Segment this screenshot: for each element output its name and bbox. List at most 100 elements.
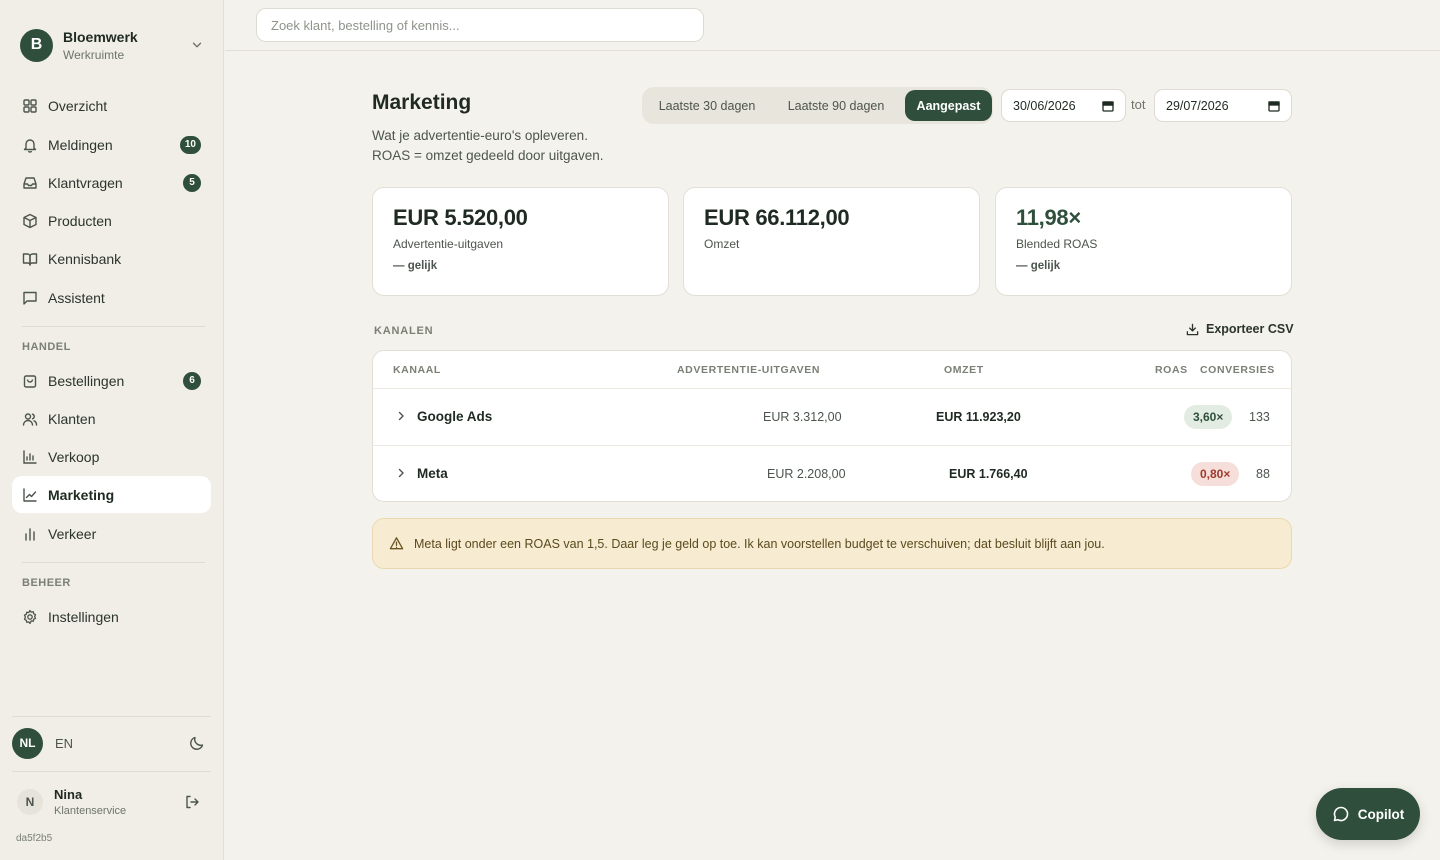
copilot-button[interactable]: Copilot	[1316, 788, 1420, 840]
chevron-right-icon[interactable]	[395, 410, 407, 422]
sidebar-item-label: Producten	[48, 212, 112, 229]
search-input[interactable]	[256, 8, 704, 42]
moon-icon[interactable]	[189, 735, 205, 751]
channel-conversions: 133	[1249, 410, 1270, 424]
lang-en-button[interactable]: EN	[55, 736, 189, 751]
column-header-revenue: OMZET	[944, 364, 984, 376]
sidebar-item-label: Verkeer	[48, 525, 97, 542]
export-csv-label: Exporteer CSV	[1206, 322, 1294, 336]
kpi-label: Blended ROAS	[1016, 237, 1098, 251]
page-description-line: Wat je advertentie-euro's opleveren.	[372, 128, 588, 143]
sidebar: B Bloemwerk Werkruimte Overzicht Melding…	[0, 0, 224, 860]
sidebar-item-label: Klanten	[48, 410, 96, 427]
sidebar-item-label: Kennisbank	[48, 250, 122, 267]
language-switcher: NL EN	[12, 727, 212, 759]
logout-icon[interactable]	[184, 794, 200, 810]
export-csv-button[interactable]: Exporteer CSV	[1186, 322, 1294, 336]
calendar-icon	[1102, 100, 1114, 112]
table-row[interactable]: Google Ads EUR 3.312,00 EUR 11.923,20 3,…	[373, 389, 1291, 445]
date-from-input[interactable]: 30/06/2026	[1001, 89, 1126, 122]
bell-icon	[23, 138, 37, 153]
book-icon	[22, 252, 38, 266]
table-row[interactable]: Meta EUR 2.208,00 EUR 1.766,40 0,80× 88	[373, 446, 1291, 501]
channel-revenue: EUR 11.923,20	[936, 410, 1021, 424]
range-option-30-days[interactable]: Laatste 30 dagen	[646, 90, 768, 121]
channel-name: Google Ads	[417, 409, 493, 424]
sidebar-item-meldingen[interactable]: Meldingen 10	[12, 126, 211, 163]
chevron-right-icon[interactable]	[395, 467, 407, 479]
sidebar-item-verkeer[interactable]: Verkeer	[12, 515, 211, 552]
kpi-value: EUR 66.112,00	[704, 205, 850, 230]
sidebar-item-label: Marketing	[48, 486, 115, 503]
chat-icon	[23, 291, 37, 305]
sidebar-item-label: Meldingen	[48, 136, 113, 153]
column-header-roas: ROAS	[1155, 364, 1188, 376]
range-selector: Laatste 30 dagen Laatste 90 dagen Aangep…	[642, 87, 993, 124]
inbox-icon	[23, 176, 37, 189]
kpi-label: Advertentie-uitgaven	[393, 237, 504, 251]
kpi-label: Omzet	[704, 237, 740, 251]
copilot-label: Copilot	[1357, 806, 1405, 822]
sidebar-item-instellingen[interactable]: Instellingen	[12, 598, 211, 635]
section-title-channels: KANALEN	[374, 325, 434, 337]
date-to-input[interactable]: 29/07/2026	[1154, 89, 1292, 122]
avatar: N	[17, 789, 43, 815]
sidebar-item-label: Bestellingen	[48, 372, 125, 389]
column-header-kanaal: KANAAL	[393, 364, 441, 376]
sidebar-item-klantvragen[interactable]: Klantvragen 5	[12, 164, 211, 201]
kpi-card-roas: 11,98× Blended ROAS — gelijk	[995, 187, 1292, 296]
sidebar-item-kennisbank[interactable]: Kennisbank	[12, 240, 211, 277]
warning-text: Meta ligt onder een ROAS van 1,5. Daar l…	[414, 536, 1105, 551]
page-description-line: ROAS = omzet gedeeld door uitgaven.	[372, 148, 604, 163]
user-name: Nina	[54, 787, 83, 802]
chevron-down-icon	[192, 42, 202, 48]
sidebar-item-assistent[interactable]: Assistent	[12, 279, 211, 316]
section-label-beheer: BEHEER	[22, 577, 71, 589]
channel-revenue: EUR 1.766,40	[949, 467, 1028, 481]
range-option-custom[interactable]: Aangepast	[905, 90, 992, 121]
workspace-name: Bloemwerk	[63, 28, 138, 45]
sidebar-divider	[22, 562, 205, 563]
column-header-conversions: CONVERSIES	[1200, 364, 1275, 376]
trend-icon	[23, 487, 37, 502]
channels-table: KANAAL ADVERTENTIE-UITGAVEN OMZET ROAS C…	[372, 350, 1292, 502]
sidebar-item-producten[interactable]: Producten	[12, 202, 211, 239]
page-title: Marketing	[372, 91, 472, 114]
download-icon	[1186, 323, 1199, 335]
sidebar-item-klanten[interactable]: Klanten	[12, 400, 211, 437]
sidebar-item-label: Verkoop	[48, 448, 100, 465]
date-range-separator: tot	[1131, 97, 1146, 112]
kpi-card-revenue: EUR 66.112,00 Omzet	[683, 187, 980, 296]
channel-conversions: 88	[1256, 467, 1270, 481]
gear-icon	[23, 609, 37, 624]
calendar-icon	[1268, 100, 1280, 112]
page-description: Wat je advertentie-euro's opleveren. ROA…	[372, 126, 604, 166]
kpi-delta: — gelijk	[393, 260, 438, 272]
roas-badge: 3,60×	[1184, 405, 1233, 429]
workspace-switcher[interactable]: B Bloemwerk Werkruimte	[20, 27, 204, 63]
chat-bubble-icon	[1333, 806, 1349, 822]
sidebar-item-verkoop[interactable]: Verkoop	[12, 438, 211, 475]
topbar	[225, 0, 1440, 51]
range-option-90-days[interactable]: Laatste 90 dagen	[774, 90, 898, 121]
user-profile: N Nina Klantenservice	[17, 785, 207, 819]
sidebar-item-label: Assistent	[48, 289, 105, 306]
kpi-value: 11,98×	[1016, 205, 1081, 230]
bars-icon	[25, 527, 35, 541]
bag-icon	[23, 374, 37, 388]
channel-name: Meta	[417, 466, 448, 481]
bar-chart-icon	[23, 449, 37, 464]
users-icon	[22, 412, 38, 426]
sidebar-item-marketing[interactable]: Marketing	[12, 476, 211, 513]
sidebar-item-overzicht[interactable]: Overzicht	[12, 87, 211, 124]
date-to-value: 29/07/2026	[1166, 98, 1229, 113]
kpi-card-ad-spend: EUR 5.520,00 Advertentie-uitgaven — geli…	[372, 187, 669, 296]
count-badge: 6	[183, 371, 201, 390]
channel-spend: EUR 3.312,00	[763, 410, 842, 424]
count-badge: 5	[183, 173, 201, 192]
box-icon	[23, 213, 37, 228]
lang-nl-button[interactable]: NL	[12, 727, 43, 759]
roas-badge: 0,80×	[1191, 462, 1240, 486]
kpi-value: EUR 5.520,00	[393, 205, 528, 230]
sidebar-item-bestellingen[interactable]: Bestellingen 6	[12, 362, 211, 399]
